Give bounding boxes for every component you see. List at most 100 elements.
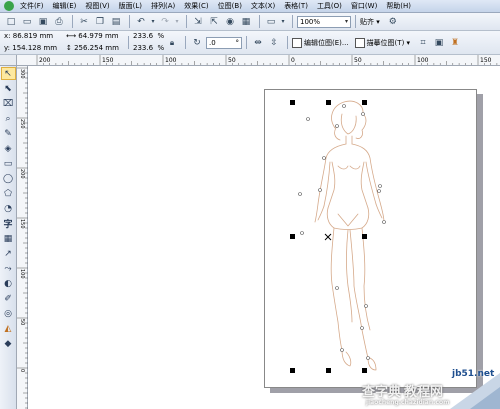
separator xyxy=(72,15,73,28)
resample-icon[interactable]: ▣ xyxy=(432,36,446,50)
shape-tool-icon[interactable]: ⬉ xyxy=(1,82,16,95)
application-launcher-icon[interactable]: ◉ xyxy=(223,15,237,29)
width-value: 64.979 mm xyxy=(78,32,119,40)
property-bar: x: 86.819 mm y: 154.128 mm ⟷ 64.979 mm ↕… xyxy=(0,31,500,55)
redo-dropdown-icon[interactable]: ▾ xyxy=(174,15,180,29)
export-icon[interactable]: ⇱ xyxy=(207,15,221,29)
options-icon[interactable]: ⚙ xyxy=(386,15,400,29)
menu-file[interactable]: 文件(F) xyxy=(20,1,44,11)
scale-y-field[interactable]: 233.6 % xyxy=(133,43,165,54)
mirror-horizontal-icon[interactable]: ⇹ xyxy=(251,36,265,50)
full-screen-preview-icon[interactable]: ▭ xyxy=(264,15,278,29)
height-value: 256.254 mm xyxy=(74,44,119,52)
bitmap-color-mask-icon[interactable]: ♜ xyxy=(448,36,462,50)
height-field[interactable]: ↕ 256.254 mm xyxy=(66,43,124,54)
scale-x-field[interactable]: 233.6 % xyxy=(133,31,165,42)
connector-tool-icon[interactable]: ⤳ xyxy=(1,262,16,275)
smart-fill-tool-icon[interactable]: ◈ xyxy=(1,142,16,155)
interactive-fill-tool-icon[interactable]: ◆ xyxy=(1,337,16,350)
menu-edit[interactable]: 编辑(E) xyxy=(53,1,77,11)
scale-fields: 233.6 % 233.6 % xyxy=(133,31,165,54)
zoom-tool-icon[interactable]: ⌕ xyxy=(1,112,16,125)
snap-to-button[interactable]: 贴齐 ▾ xyxy=(360,17,380,27)
eyedropper-tool-icon[interactable]: ✐ xyxy=(1,292,16,305)
lock-ratio-icon[interactable]: 🔒︎ xyxy=(165,36,179,50)
text-tool-icon[interactable]: 字 xyxy=(1,217,16,230)
ruler-label: 300 xyxy=(19,69,25,79)
watermark-title-2: 教程网 xyxy=(404,385,444,400)
rotation-icon: ↻ xyxy=(193,37,201,48)
copy-icon[interactable]: ❐ xyxy=(93,15,107,29)
ruler-label: 100 xyxy=(165,57,177,64)
chevron-down-icon: ▾ xyxy=(344,18,348,25)
pick-tool-icon[interactable]: ↖ xyxy=(0,67,16,80)
dimension-tool-icon[interactable]: ↗ xyxy=(1,247,16,260)
menu-tools[interactable]: 工具(O) xyxy=(317,1,342,11)
fashion-figure-outline xyxy=(314,100,385,371)
table-tool-icon[interactable]: ▦ xyxy=(1,232,16,245)
center-marker-icon[interactable] xyxy=(324,233,332,241)
paste-icon[interactable]: ▤ xyxy=(109,15,123,29)
scale-x-value: 233.6 xyxy=(133,32,154,40)
drawing-canvas[interactable] xyxy=(28,66,500,409)
ellipse-tool-icon[interactable]: ◯ xyxy=(1,172,16,185)
polygon-tool-icon[interactable]: ⬠ xyxy=(1,187,16,200)
freehand-tool-icon[interactable]: ✎ xyxy=(1,127,16,140)
selected-figure-drawing[interactable] xyxy=(28,66,500,409)
blend-tool-icon[interactable]: ◐ xyxy=(1,277,16,290)
separator xyxy=(287,36,288,49)
print-icon[interactable]: ⎙ xyxy=(52,15,66,29)
menu-bar: 文件(F) 编辑(E) 视图(V) 版面(L) 排列(A) 效果(C) 位图(B… xyxy=(0,0,500,13)
menu-arrange[interactable]: 排列(A) xyxy=(151,1,175,11)
view-dropdown-icon[interactable]: ▾ xyxy=(280,15,286,29)
basic-shapes-tool-icon[interactable]: ◔ xyxy=(1,202,16,215)
save-icon[interactable]: ▣ xyxy=(36,15,50,29)
separator xyxy=(259,15,260,28)
menu-text[interactable]: 文本(X) xyxy=(251,1,275,11)
undo-dropdown-icon[interactable]: ▾ xyxy=(150,15,156,29)
x-label: x: xyxy=(4,32,11,40)
size-fields: ⟷ 64.979 mm ↕ 256.254 mm xyxy=(66,31,124,54)
crop-bitmap-icon[interactable]: ⌗ xyxy=(416,36,430,50)
crop-tool-icon[interactable]: ⌧ xyxy=(1,97,16,110)
fill-tool-icon[interactable]: ◭ xyxy=(1,322,16,335)
ruler-origin-corner[interactable] xyxy=(0,55,17,66)
x-position-field[interactable]: x: 86.819 mm xyxy=(4,31,64,42)
undo-icon[interactable]: ↶ xyxy=(134,15,148,29)
horizontal-ruler[interactable]: 200 150 100 50 0 50 100 150 xyxy=(17,55,500,66)
y-label: y: xyxy=(4,44,10,52)
outline-tool-icon[interactable]: ◎ xyxy=(1,307,16,320)
mirror-vertical-icon[interactable]: ⇳ xyxy=(267,36,281,50)
menu-layout[interactable]: 版面(L) xyxy=(119,1,142,11)
ruler-label: 50 xyxy=(354,57,362,64)
scale-y-value: 233.6 xyxy=(133,44,154,52)
import-icon[interactable]: ⇲ xyxy=(191,15,205,29)
ruler-label: 50 xyxy=(19,319,25,325)
menu-window[interactable]: 窗口(W) xyxy=(351,1,377,11)
position-fields: x: 86.819 mm y: 154.128 mm xyxy=(4,31,64,54)
menu-bitmaps[interactable]: 位图(B) xyxy=(218,1,242,11)
y-position-field[interactable]: y: 154.128 mm xyxy=(4,43,64,54)
menu-view[interactable]: 视图(V) xyxy=(85,1,109,11)
y-value: 154.128 mm xyxy=(12,44,58,52)
zoom-level-value: 100% xyxy=(300,17,321,26)
trace-bitmap-button[interactable]: 描摹位图(T) ▾ xyxy=(354,37,410,48)
menu-table[interactable]: 表格(T) xyxy=(284,1,308,11)
vertical-ruler[interactable]: 300 250 200 150 100 50 0 xyxy=(17,66,28,409)
rectangle-tool-icon[interactable]: ▭ xyxy=(1,157,16,170)
separator xyxy=(355,15,356,28)
corel-online-icon[interactable]: ▦ xyxy=(239,15,253,29)
watermark-subtitle: jiaocheng.chazidian.com xyxy=(366,399,450,406)
menu-effects[interactable]: 效果(C) xyxy=(184,1,208,11)
ruler-label: 150 xyxy=(102,57,114,64)
new-document-icon[interactable]: □ xyxy=(4,15,18,29)
ruler-label: 100 xyxy=(19,269,25,279)
width-field[interactable]: ⟷ 64.979 mm xyxy=(66,31,124,42)
open-folder-icon[interactable]: ▭ xyxy=(20,15,34,29)
rotation-angle-field[interactable]: .0 ° xyxy=(206,36,242,49)
edit-bitmap-button[interactable]: 编辑位图(E)... xyxy=(292,37,349,48)
redo-icon[interactable]: ↷ xyxy=(158,15,172,29)
menu-help[interactable]: 帮助(H) xyxy=(386,1,411,11)
zoom-level-select[interactable]: 100% ▾ xyxy=(297,15,351,28)
cut-icon[interactable]: ✂ xyxy=(77,15,91,29)
